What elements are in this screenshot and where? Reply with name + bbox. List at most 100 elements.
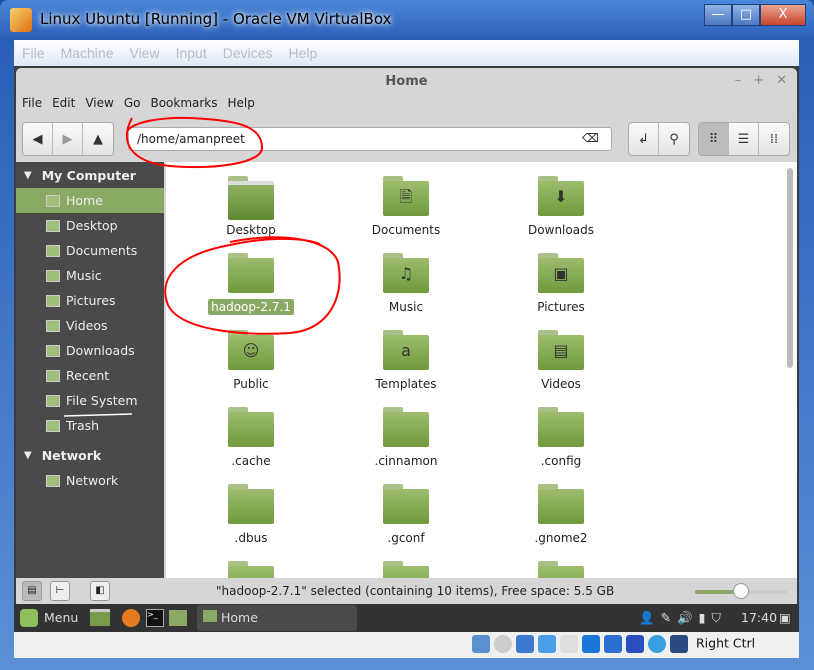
sidebar-item-home[interactable]: Home (16, 188, 164, 213)
close-button[interactable]: X (760, 4, 806, 26)
maximize-button[interactable]: □ (732, 4, 760, 26)
file-item[interactable]: a Templates (341, 330, 471, 392)
file-item[interactable] (341, 561, 471, 578)
file-item[interactable]: ♫ Music (341, 253, 471, 315)
file-item[interactable]: ▤ Videos (496, 330, 626, 392)
sidebar-item-documents[interactable]: Documents (16, 238, 164, 263)
expander-icon[interactable]: ▼ (24, 170, 32, 181)
menu-edit[interactable]: Edit (52, 96, 75, 110)
sidebar-item-label: Pictures (66, 293, 116, 308)
compact-view-button[interactable]: ⁞⁞ (759, 123, 789, 155)
shared-folder-icon[interactable] (560, 635, 578, 653)
vbox-menu-help[interactable]: Help (289, 45, 318, 61)
sidebar-item-downloads[interactable]: Downloads (16, 338, 164, 363)
file-item[interactable]: .dbus (186, 484, 316, 546)
minimize-icon[interactable]: – (735, 73, 742, 88)
file-item[interactable]: .config (496, 407, 626, 469)
vbox-menu-input[interactable]: Input (176, 45, 207, 61)
sidebar-item-videos[interactable]: Videos (16, 313, 164, 338)
icon-view-button[interactable]: ⠿ (699, 123, 729, 155)
zoom-slider[interactable] (695, 583, 787, 599)
taskbar-item-home[interactable]: Home (197, 605, 357, 631)
file-name: Templates (375, 377, 437, 391)
sidebar-item-trash[interactable]: Trash (16, 413, 164, 438)
menu-view[interactable]: View (85, 96, 113, 110)
file-item[interactable]: ☺ Public (186, 330, 316, 392)
menu-help[interactable]: Help (228, 96, 255, 110)
clear-location-icon[interactable]: ⌫ (582, 131, 599, 145)
clock[interactable]: 17:40 (741, 610, 777, 625)
location-input[interactable]: /home/amanpreet ⌫ (128, 127, 612, 151)
menu-file[interactable]: File (22, 96, 42, 110)
maximize-icon[interactable]: + (753, 73, 764, 88)
file-item[interactable]: hadoop-2.7.1 (186, 253, 316, 315)
up-button[interactable]: ▲ (83, 123, 113, 155)
mint-menu-icon[interactable] (20, 609, 38, 627)
folder-icon: ☺ (228, 330, 274, 370)
hide-sidebar-button[interactable]: ◧ (90, 581, 110, 601)
folder-icon (228, 253, 274, 293)
hard-disk-icon[interactable] (472, 635, 490, 653)
sidebar-section-0[interactable]: ▼ My Computer (16, 162, 164, 188)
files-icon[interactable] (169, 610, 187, 626)
vbox-menu-machine[interactable]: Machine (61, 45, 114, 61)
sidebar-item-network[interactable]: Network (16, 468, 164, 493)
firefox-icon[interactable] (122, 609, 140, 627)
sidebar-section-1[interactable]: ▼ Network (16, 442, 164, 468)
file-item[interactable]: ⬇ Downloads (496, 176, 626, 238)
folder-icon (228, 484, 274, 524)
network-icon[interactable] (516, 635, 534, 653)
display-icon[interactable] (582, 635, 600, 653)
toggle-location-button[interactable]: ↲ (629, 123, 659, 155)
optical-drive-icon[interactable] (494, 635, 512, 653)
mouse-integration-icon[interactable] (648, 635, 666, 653)
vbox-device-icons[interactable]: Right Ctrl (472, 635, 755, 653)
file-system-icon (46, 394, 60, 407)
usb-icon[interactable] (538, 635, 556, 653)
minimize-button[interactable]: — (704, 4, 732, 26)
vbox-menu-devices[interactable]: Devices (223, 45, 273, 61)
sidebar-item-recent[interactable]: Recent (16, 363, 164, 388)
cpu-icon[interactable] (626, 635, 644, 653)
vbox-menu-view[interactable]: View (129, 45, 159, 61)
close-icon[interactable]: ✕ (776, 73, 787, 88)
keyboard-capture-icon[interactable] (670, 635, 688, 653)
file-item[interactable]: ▣ Pictures (496, 253, 626, 315)
sidebar-item-pictures[interactable]: Pictures (16, 288, 164, 313)
file-name: .dbus (234, 531, 268, 545)
file-item[interactable]: Desktop (186, 176, 316, 238)
music-icon (46, 269, 60, 282)
sidebar-item-file-system[interactable]: File System (16, 388, 164, 413)
file-item[interactable] (496, 561, 626, 578)
file-item[interactable]: .cinnamon (341, 407, 471, 469)
tree-toggle-button[interactable]: ⊢ (50, 581, 70, 601)
vbox-menu-file[interactable]: File (22, 45, 45, 61)
sidebar-item-music[interactable]: Music (16, 263, 164, 288)
back-button[interactable]: ◀ (23, 123, 53, 155)
file-name: Music (388, 300, 424, 314)
sidebar-item-desktop[interactable]: Desktop (16, 213, 164, 238)
forward-button[interactable]: ▶ (53, 123, 83, 155)
folder-icon (538, 407, 584, 447)
video-capture-icon[interactable] (604, 635, 622, 653)
workspace-icon[interactable]: ▣ (779, 610, 791, 625)
file-item[interactable]: .gconf (341, 484, 471, 546)
menu-go[interactable]: Go (124, 96, 141, 110)
file-item[interactable]: .cache (186, 407, 316, 469)
terminal-icon[interactable]: >_ (146, 609, 164, 627)
expander-icon[interactable]: ▼ (24, 450, 32, 461)
search-button[interactable]: ⚲ (659, 123, 689, 155)
menu-button[interactable]: Menu (44, 610, 78, 625)
file-item[interactable] (186, 561, 316, 578)
scrollbar[interactable] (787, 168, 793, 368)
places-toggle-button[interactable]: ▤ (22, 581, 42, 601)
file-item[interactable]: 🗎 Documents (341, 176, 471, 238)
menu-bookmarks[interactable]: Bookmarks (150, 96, 217, 110)
tray-icons[interactable]: 👤✎🔊▮⛉ (639, 610, 727, 626)
show-desktop-icon[interactable] (90, 609, 110, 626)
file-name: .config (540, 454, 582, 468)
file-name: Videos (541, 377, 581, 391)
file-item[interactable]: .gnome2 (496, 484, 626, 546)
section-title: Network (41, 447, 102, 463)
list-view-button[interactable]: ☰ (729, 123, 759, 155)
